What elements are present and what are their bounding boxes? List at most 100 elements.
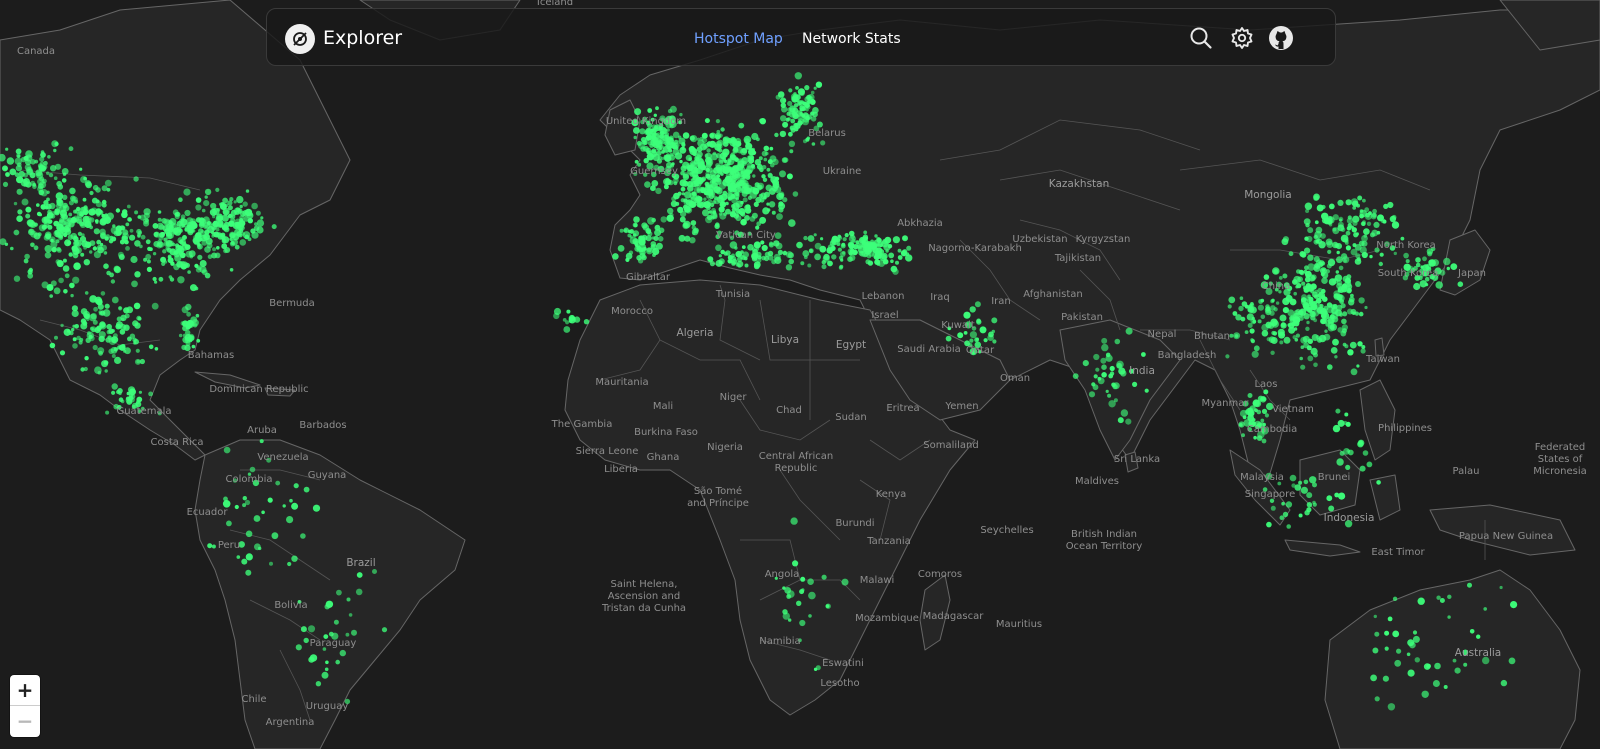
hotspot-dot[interactable] [763, 255, 770, 262]
hotspot-dot[interactable] [53, 220, 60, 227]
hotspot-dot[interactable] [677, 206, 684, 214]
hotspot-dot[interactable] [627, 229, 632, 234]
hotspot-dot[interactable] [1261, 428, 1266, 433]
hotspot-dot[interactable] [1343, 420, 1348, 426]
hotspot-dot[interactable] [1431, 274, 1439, 282]
hotspot-dot[interactable] [1270, 350, 1275, 355]
hotspot-dot[interactable] [812, 111, 818, 118]
hotspot-dot[interactable] [14, 172, 20, 177]
hotspot-dot[interactable] [709, 261, 716, 267]
hotspot-dot[interactable] [1345, 245, 1351, 251]
hotspot-dot[interactable] [1263, 274, 1270, 280]
hotspot-dot[interactable] [68, 146, 74, 152]
hotspot-dot[interactable] [1355, 232, 1360, 236]
hotspot-dot[interactable] [671, 142, 676, 147]
hotspot-dot[interactable] [802, 250, 810, 257]
hotspot-dot[interactable] [755, 225, 760, 230]
hotspot-dot[interactable] [745, 183, 750, 187]
hotspot-dot[interactable] [1364, 207, 1370, 213]
hotspot-dot[interactable] [271, 224, 277, 230]
hotspot-dot[interactable] [1315, 239, 1320, 244]
hotspot-dot[interactable] [1359, 465, 1366, 472]
hotspot-dot[interactable] [1457, 281, 1464, 288]
hotspot-dot[interactable] [74, 208, 80, 214]
hotspot-dot[interactable] [662, 134, 670, 142]
hotspot-dot[interactable] [293, 483, 299, 489]
hotspot-dot[interactable] [300, 533, 306, 539]
hotspot-dot[interactable] [230, 241, 235, 245]
hotspot-dot[interactable] [703, 197, 707, 201]
hotspot-dot[interactable] [1288, 251, 1294, 257]
hotspot-dot[interactable] [1356, 364, 1360, 368]
hotspot-dot[interactable] [1247, 427, 1252, 432]
hotspot-dot[interactable] [1321, 217, 1328, 224]
hotspot-dot[interactable] [1261, 438, 1267, 444]
hotspot-dot[interactable] [1434, 662, 1441, 670]
hotspot-dot[interactable] [185, 341, 191, 347]
hotspot-dot[interactable] [1350, 368, 1358, 376]
hotspot-dot[interactable] [1276, 281, 1282, 288]
hotspot-dot[interactable] [140, 234, 146, 240]
hotspot-dot[interactable] [718, 258, 725, 265]
hotspot-dot[interactable] [94, 219, 99, 223]
hotspot-dot[interactable] [710, 202, 715, 208]
hotspot-dot[interactable] [17, 209, 23, 215]
hotspot-dot[interactable] [1389, 245, 1396, 251]
hotspot-dot[interactable] [737, 256, 743, 262]
hotspot-dot[interactable] [114, 356, 122, 364]
hotspot-dot[interactable] [1097, 376, 1102, 381]
hotspot-dot[interactable] [774, 232, 782, 240]
hotspot-dot[interactable] [1274, 287, 1279, 292]
hotspot-dot[interactable] [1113, 398, 1118, 403]
hotspot-dot[interactable] [259, 439, 264, 444]
hotspot-dot[interactable] [807, 578, 814, 585]
hotspot-dot[interactable] [1306, 320, 1310, 325]
hotspot-dot[interactable] [165, 246, 170, 251]
hotspot-dot[interactable] [110, 279, 116, 284]
hotspot-dot[interactable] [1281, 238, 1289, 246]
hotspot-dot[interactable] [655, 187, 662, 195]
hotspot-dot[interactable] [1424, 276, 1430, 282]
hotspot-dot[interactable] [41, 204, 47, 209]
hotspot-dot[interactable] [1443, 257, 1451, 266]
hotspot-dot[interactable] [1266, 337, 1271, 342]
hotspot-dot[interactable] [976, 318, 981, 324]
hotspot-dot[interactable] [10, 246, 14, 251]
hotspot-dot[interactable] [117, 405, 122, 410]
hotspot-dot[interactable] [838, 236, 843, 240]
hotspot-dot[interactable] [636, 254, 642, 261]
hotspot-dot[interactable] [162, 249, 167, 254]
hotspot-dot[interactable] [1240, 316, 1246, 322]
hotspot-dot[interactable] [219, 224, 223, 228]
hotspot-dot[interactable] [782, 609, 788, 615]
hotspot-dot[interactable] [55, 192, 64, 200]
hotspot-dot[interactable] [1327, 258, 1336, 267]
hotspot-dot[interactable] [232, 233, 240, 241]
hotspot-dot[interactable] [703, 165, 708, 171]
hotspot-dot[interactable] [1306, 502, 1313, 508]
hotspot-dot[interactable] [680, 186, 686, 192]
hotspot-dot[interactable] [1256, 423, 1262, 429]
hotspot-dot[interactable] [222, 500, 231, 508]
hotspot-dot[interactable] [204, 188, 212, 196]
hotspot-dot[interactable] [788, 618, 792, 622]
hotspot-dot[interactable] [105, 337, 111, 343]
hotspot-dot[interactable] [715, 234, 721, 240]
hotspot-dot[interactable] [1262, 487, 1268, 492]
hotspot-dot[interactable] [1415, 257, 1421, 263]
hotspot-dot[interactable] [206, 221, 212, 227]
hotspot-dot[interactable] [1359, 213, 1364, 219]
hotspot-dot[interactable] [79, 167, 83, 171]
hotspot-dot[interactable] [49, 342, 56, 349]
hotspot-dot[interactable] [157, 217, 162, 222]
hotspot-dot[interactable] [64, 228, 72, 235]
hotspot-dot[interactable] [788, 140, 796, 147]
hotspot-dot[interactable] [775, 242, 783, 250]
hotspot-dot[interactable] [1352, 311, 1356, 315]
hotspot-dot[interactable] [122, 209, 128, 215]
hotspot-dot[interactable] [289, 498, 293, 503]
hotspot-dot[interactable] [819, 245, 827, 253]
hotspot-dot[interactable] [182, 235, 187, 240]
hotspot-dot[interactable] [287, 561, 292, 567]
hotspot-dot[interactable] [134, 240, 141, 247]
